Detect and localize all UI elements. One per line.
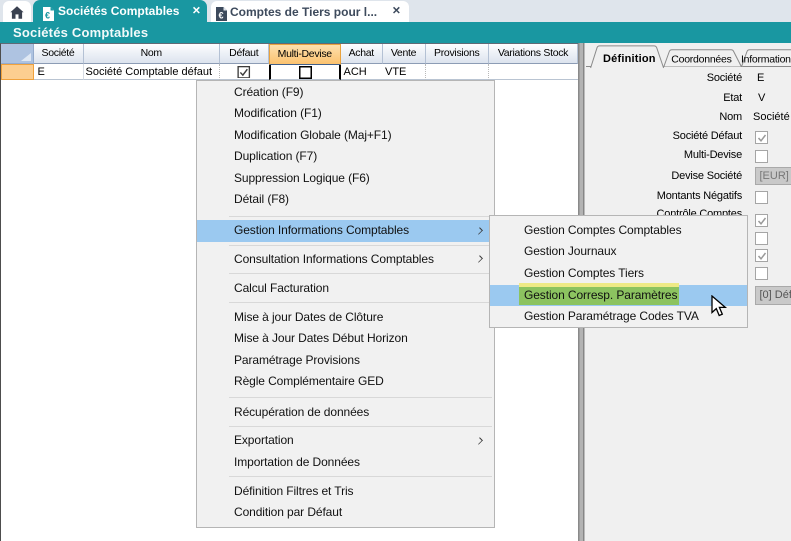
svg-text:Information...: Information... <box>741 54 791 66</box>
svg-text:Définition: Définition <box>603 53 656 65</box>
svg-text:€: € <box>45 10 50 20</box>
svg-text:€: € <box>219 11 224 21</box>
svg-text:Coordonnées: Coordonnées <box>671 54 731 66</box>
